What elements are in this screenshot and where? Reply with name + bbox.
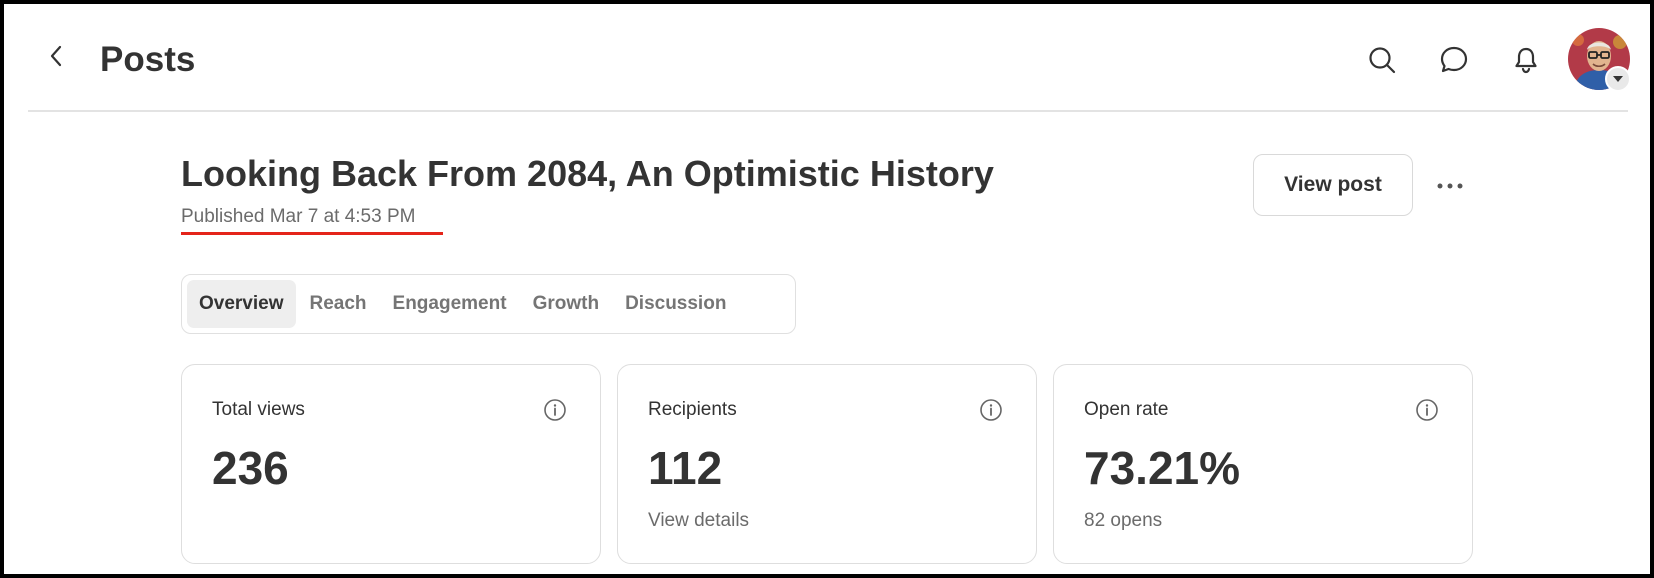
info-icon bbox=[1416, 399, 1438, 421]
stat-card-value: 236 bbox=[212, 442, 289, 494]
tab-engagement[interactable]: Engagement bbox=[381, 280, 519, 328]
chevron-left-icon bbox=[50, 45, 62, 67]
view-details-link[interactable]: View details bbox=[648, 510, 749, 532]
tab-discussion[interactable]: Discussion bbox=[613, 280, 738, 328]
stat-card-label: Recipients bbox=[648, 399, 737, 420]
stat-card-subtext: 82 opens bbox=[1084, 510, 1163, 531]
published-date: Published Mar 7 at 4:53 PM bbox=[181, 206, 416, 227]
account-menu-toggle[interactable] bbox=[1605, 66, 1631, 92]
messages-button[interactable] bbox=[1438, 44, 1470, 76]
stat-card-total-views: Total views 236 bbox=[181, 364, 601, 564]
info-button[interactable] bbox=[542, 397, 568, 423]
post-stats-tabs: Overview Reach Engagement Growth Discuss… bbox=[181, 274, 796, 334]
tab-reach[interactable]: Reach bbox=[298, 280, 379, 328]
back-button[interactable] bbox=[42, 42, 70, 70]
ellipsis-icon bbox=[1437, 183, 1463, 189]
view-post-button[interactable]: View post bbox=[1253, 154, 1413, 216]
info-button[interactable] bbox=[1414, 397, 1440, 423]
bell-icon bbox=[1515, 47, 1537, 74]
stat-card-recipients: Recipients 112 View details bbox=[617, 364, 1037, 564]
notifications-button[interactable] bbox=[1510, 44, 1542, 76]
published-date-underline bbox=[181, 232, 443, 235]
stat-card-label: Open rate bbox=[1084, 399, 1169, 420]
search-button[interactable] bbox=[1366, 44, 1398, 76]
tab-growth[interactable]: Growth bbox=[521, 280, 612, 328]
more-options-button[interactable] bbox=[1432, 172, 1468, 200]
search-icon bbox=[1369, 47, 1396, 74]
stat-card-value: 112 bbox=[648, 442, 723, 494]
info-icon bbox=[544, 399, 566, 421]
top-bar: Posts bbox=[28, 4, 1631, 112]
caret-down-icon bbox=[1613, 76, 1623, 82]
chat-bubble-icon bbox=[1440, 46, 1468, 73]
info-icon bbox=[980, 399, 1002, 421]
stat-card-value: 73.21% bbox=[1084, 442, 1241, 494]
post-title: Looking Back From 2084, An Optimistic Hi… bbox=[181, 153, 994, 194]
stat-card-open-rate: Open rate 73.21% 82 opens bbox=[1053, 364, 1473, 564]
stat-card-label: Total views bbox=[212, 399, 305, 420]
page-title: Posts bbox=[100, 40, 196, 79]
app-window: Posts Looking Back From 2084, An Optimis… bbox=[4, 4, 1650, 574]
info-button[interactable] bbox=[978, 397, 1004, 423]
tab-overview[interactable]: Overview bbox=[187, 280, 296, 328]
